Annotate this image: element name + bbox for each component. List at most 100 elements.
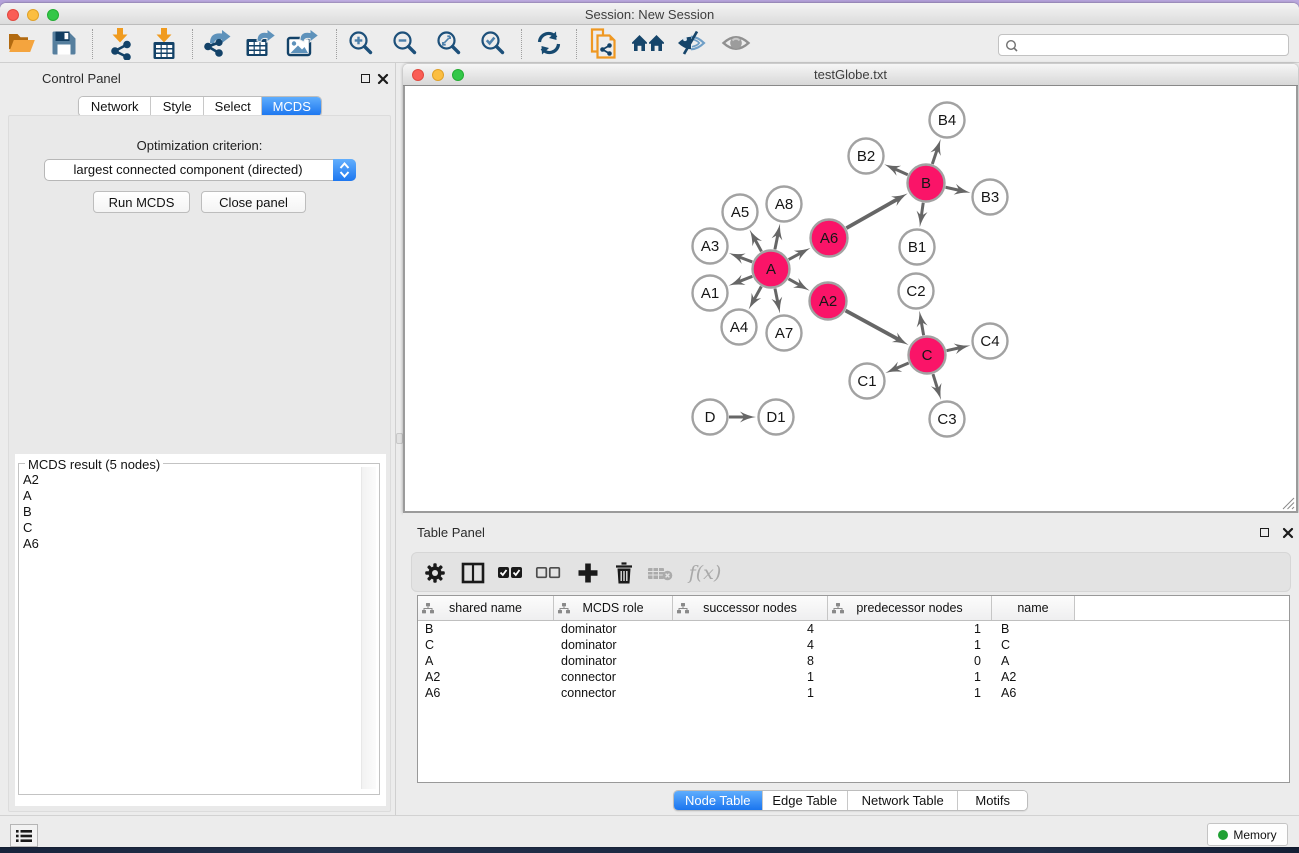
table-row[interactable]: Adominator80A	[418, 653, 1289, 669]
control-panel: Control Panel Network Style Select MCDS …	[0, 63, 396, 816]
network-graph[interactable]: B4B2BB3A5A8A6A3B1AA1A2C2A4A7C4CC1C3DD1	[405, 86, 1296, 511]
column-header-MCDS-role[interactable]: MCDS role	[554, 596, 673, 620]
graph-edge-A6-B[interactable]	[846, 199, 898, 229]
graph-edge-A-A8[interactable]	[775, 234, 778, 249]
status-bar: Memory	[0, 815, 1299, 846]
table-cell: A	[992, 653, 1075, 669]
function-builder-button[interactable]: f(x)	[685, 560, 725, 586]
graph-node-label: C2	[906, 283, 925, 300]
control-panel-float-button[interactable]	[361, 74, 370, 83]
column-type-icon	[677, 603, 689, 614]
graph-edge-C-C2[interactable]	[921, 321, 923, 335]
tab-network[interactable]: Network	[79, 97, 151, 116]
mcds-result-item[interactable]: A	[23, 488, 366, 504]
show-column-panel-button[interactable]	[458, 560, 488, 586]
table-cell: 1	[828, 685, 992, 701]
search-icon	[1005, 39, 1019, 53]
graph-node-label: B	[921, 175, 931, 192]
app-titlebar[interactable]: Session: New Session	[0, 3, 1299, 25]
table-options-button[interactable]	[420, 560, 450, 586]
column-header-name[interactable]: name	[992, 596, 1075, 620]
graph-node-label: A1	[701, 285, 719, 302]
optimization-criterion-label: Optimization criterion:	[9, 138, 390, 153]
apply-layout-button[interactable]	[532, 30, 566, 56]
show-all-networks-button[interactable]	[631, 30, 665, 56]
run-mcds-button[interactable]: Run MCDS	[93, 191, 190, 213]
network-window-title: testGlobe.txt	[403, 67, 1298, 82]
table-panel-close-button[interactable]	[1282, 527, 1294, 539]
close-panel-button[interactable]: Close panel	[201, 191, 306, 213]
mcds-list-scrollbar[interactable]	[361, 467, 376, 789]
zoom-in-button[interactable]	[344, 30, 378, 56]
graph-edge-A2-C[interactable]	[846, 311, 900, 340]
zoom-selected-button[interactable]	[476, 30, 510, 56]
table-cell: 8	[673, 653, 828, 669]
mcds-result-item[interactable]: A6	[23, 536, 366, 552]
hide-selected-button[interactable]	[674, 30, 708, 56]
unchecked-boxes-icon	[535, 566, 561, 580]
tab-style[interactable]: Style	[151, 97, 204, 116]
graph-edge-B-B1[interactable]	[921, 203, 923, 217]
delete-table-button[interactable]	[645, 560, 675, 586]
mcds-result-item[interactable]: C	[23, 520, 366, 536]
toolbar-separator	[576, 29, 577, 59]
network-canvas[interactable]: B4B2BB3A5A8A6A3B1AA1A2C2A4A7C4CC1C3DD1	[403, 86, 1298, 513]
column-type-icon	[832, 603, 844, 614]
table-rows: Bdominator41BCdominator41CAdominator80AA…	[418, 621, 1289, 701]
houses-icon	[631, 30, 665, 56]
table-cell: dominator	[554, 653, 673, 669]
eye-icon	[721, 30, 751, 56]
table-row[interactable]: A2connector11A2	[418, 669, 1289, 685]
search-field[interactable]	[998, 34, 1289, 56]
show-selected-button[interactable]	[719, 30, 753, 56]
zoom-out-icon	[392, 30, 418, 56]
task-history-button[interactable]	[10, 824, 38, 847]
dropdown-stepper	[333, 159, 356, 181]
mcds-result-item[interactable]: B	[23, 504, 366, 520]
vertical-split-handle[interactable]	[396, 433, 403, 444]
add-column-button[interactable]	[573, 560, 603, 586]
table-row[interactable]: A6connector11A6	[418, 685, 1289, 701]
graph-edge-A-A2[interactable]	[788, 279, 800, 286]
table-row[interactable]: Cdominator41C	[418, 637, 1289, 653]
tab-edge-table[interactable]: Edge Table	[763, 791, 849, 810]
mcds-result-item[interactable]: A2	[23, 472, 366, 488]
zoom-fit-button[interactable]	[432, 30, 466, 56]
mcds-result-panel: MCDS result (5 nodes) A2ABCA6	[15, 454, 386, 806]
node-table[interactable]: shared name MCDS role successor nodes pr…	[417, 595, 1290, 783]
dropdown-value: largest connected component (directed)	[45, 162, 331, 177]
graph-node-label: A7	[775, 325, 793, 342]
table-panel-float-button[interactable]	[1260, 528, 1269, 537]
resize-grip-icon[interactable]	[1282, 497, 1295, 510]
control-panel-close-button[interactable]	[377, 73, 389, 85]
optimization-criterion-dropdown[interactable]: largest connected component (directed)	[44, 159, 356, 181]
mcds-result-title: MCDS result (5 nodes)	[25, 457, 163, 472]
column-header-predecessor-nodes[interactable]: predecessor nodes	[828, 596, 992, 620]
search-input[interactable]	[1023, 36, 1283, 54]
table-toolbar: f(x)	[411, 552, 1291, 592]
table-cell: C	[992, 637, 1075, 653]
mcds-result-list[interactable]: A2ABCA6	[23, 472, 366, 794]
delete-columns-button[interactable]	[609, 560, 639, 586]
tab-node-table[interactable]: Node Table	[674, 791, 763, 810]
unselect-all-columns-button[interactable]	[533, 560, 563, 586]
memory-button[interactable]: Memory	[1207, 823, 1288, 846]
tab-network-table[interactable]: Network Table	[848, 791, 958, 810]
table-cell: 1	[673, 669, 828, 685]
table-cell: A2	[992, 669, 1075, 685]
eye-slash-icon	[676, 30, 706, 56]
select-all-columns-button[interactable]	[495, 560, 525, 586]
tab-motifs[interactable]: Motifs	[958, 791, 1027, 810]
column-header-shared-name[interactable]: shared name	[418, 596, 554, 620]
table-row[interactable]: Bdominator41B	[418, 621, 1289, 637]
table-cell: A2	[418, 669, 554, 685]
table-cell: 0	[828, 653, 992, 669]
network-window-titlebar[interactable]: testGlobe.txt	[403, 64, 1298, 86]
table-header-row: shared name MCDS role successor nodes pr…	[418, 596, 1289, 621]
tab-select[interactable]: Select	[204, 97, 263, 116]
copy-network-button[interactable]	[587, 27, 621, 60]
column-header-successor-nodes[interactable]: successor nodes	[673, 596, 828, 620]
zoom-out-button[interactable]	[388, 30, 422, 56]
tab-mcds[interactable]: MCDS	[262, 97, 321, 116]
graph-edge-A-A4[interactable]	[754, 287, 762, 301]
